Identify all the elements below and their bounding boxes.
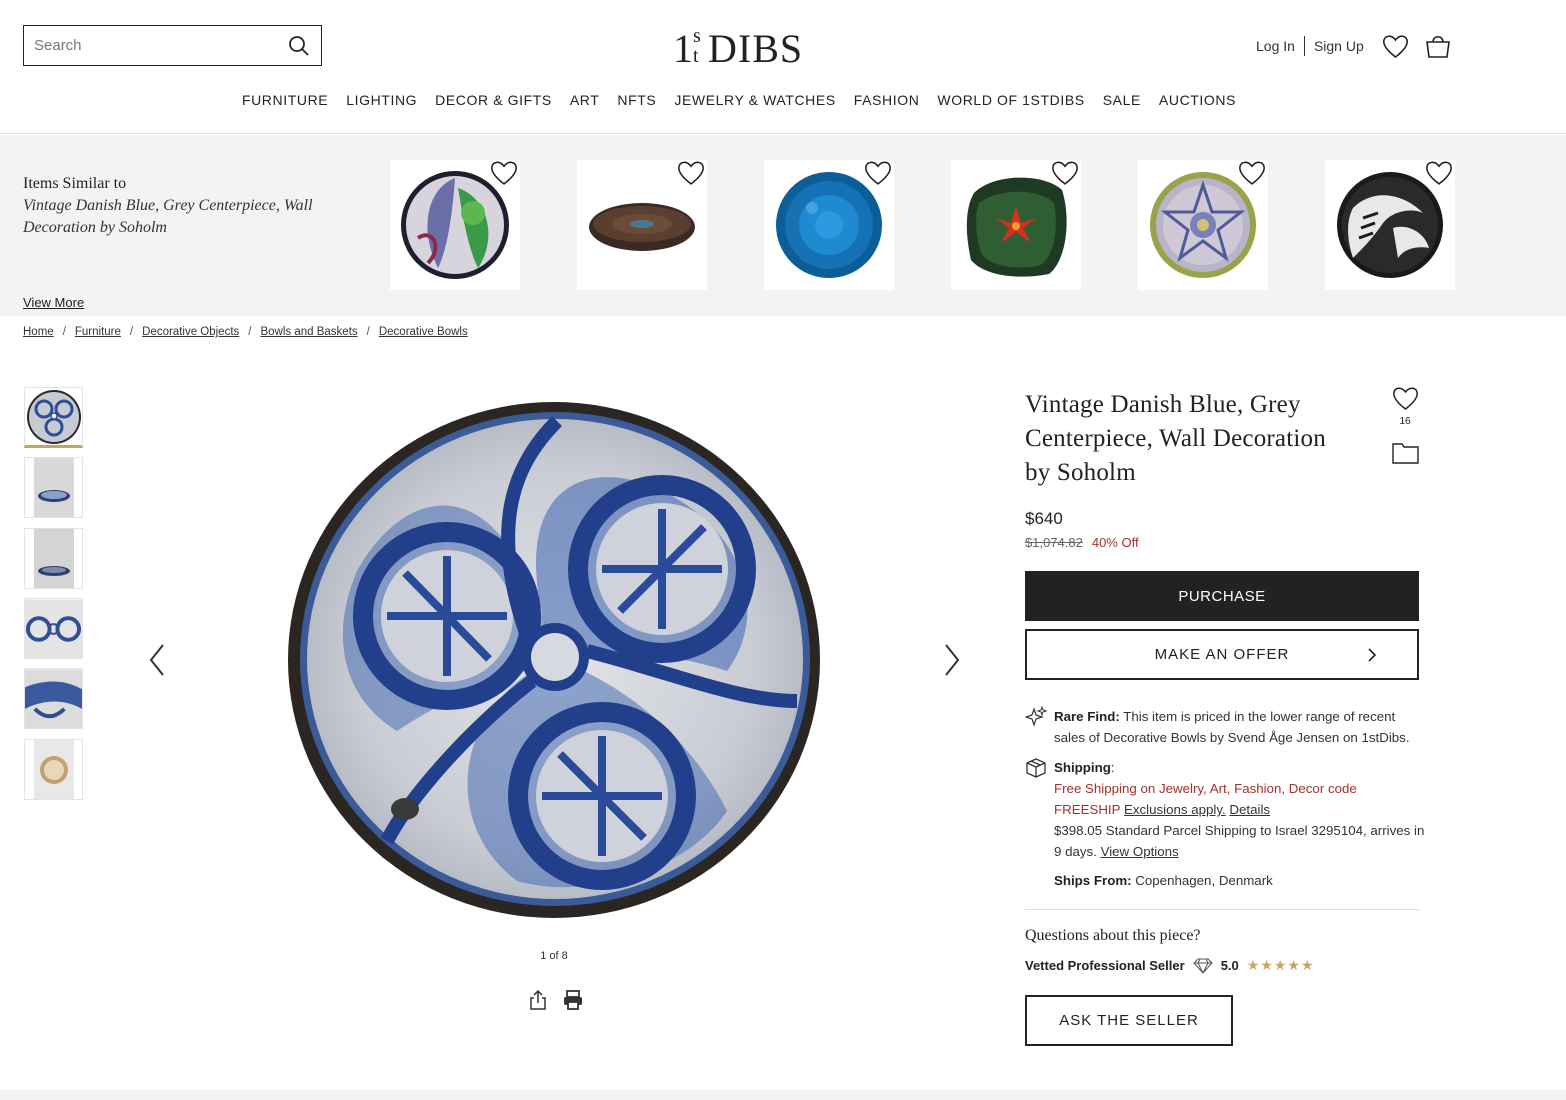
chevron-right-icon xyxy=(1367,647,1377,667)
heart-icon[interactable] xyxy=(677,160,705,191)
price-discount: $1,074.82 40% Off xyxy=(1025,535,1139,550)
gallery-thumbnail[interactable] xyxy=(24,668,83,729)
heart-icon[interactable] xyxy=(864,160,892,191)
chevron-right-icon[interactable] xyxy=(942,641,962,679)
signup-link[interactable]: Sign Up xyxy=(1314,38,1364,54)
diamond-icon xyxy=(1192,958,1213,974)
favorite-button[interactable]: 16 xyxy=(1391,386,1419,427)
similar-heading: Items Similar to xyxy=(23,175,127,192)
ships-from-location: Copenhagen, Denmark xyxy=(1135,873,1273,888)
main-nav: FURNITURE LIGHTING DECOR & GIFTS ART NFT… xyxy=(0,92,1478,108)
exclusions-link[interactable]: Exclusions apply. xyxy=(1124,802,1226,817)
site-header: 1 s t DIBS Log In Sign Up FURNITURE LIGH… xyxy=(0,0,1566,134)
divider xyxy=(1025,909,1419,910)
similar-item-card[interactable] xyxy=(764,160,894,290)
search-icon[interactable] xyxy=(281,28,317,64)
nav-furniture[interactable]: FURNITURE xyxy=(242,92,328,108)
similar-items-text: Items Similar to Vintage Danish Blue, Gr… xyxy=(23,173,368,310)
heart-icon[interactable] xyxy=(490,160,518,191)
ships-from-label: Ships From: xyxy=(1054,873,1132,888)
login-link[interactable]: Log In xyxy=(1256,38,1295,54)
sparkle-icon xyxy=(1024,705,1048,734)
breadcrumb-home[interactable]: Home xyxy=(23,326,54,338)
seller-rating: 5.0 xyxy=(1220,958,1239,973)
image-counter: 1 of 8 xyxy=(540,950,568,962)
search-input[interactable] xyxy=(24,26,281,65)
svg-text:DIBS: DIBS xyxy=(708,26,803,71)
gallery-thumbnail[interactable] xyxy=(24,387,83,448)
current-price: $640 xyxy=(1025,509,1063,528)
gallery-thumbnail[interactable] xyxy=(24,528,83,589)
account-links: Log In Sign Up xyxy=(1256,33,1451,59)
view-options-link[interactable]: View Options xyxy=(1101,844,1179,859)
svg-text:s: s xyxy=(693,25,701,47)
breadcrumb-decorative-objects[interactable]: Decorative Objects xyxy=(142,326,239,338)
gallery-thumbnail[interactable] xyxy=(24,739,83,800)
nav-lighting[interactable]: LIGHTING xyxy=(346,92,417,108)
rare-find-info: Rare Find: This item is priced in the lo… xyxy=(1024,705,1425,748)
heart-icon[interactable] xyxy=(1051,160,1079,191)
chevron-left-icon[interactable] xyxy=(147,641,167,679)
similar-items-strip: Items Similar to Vintage Danish Blue, Gr… xyxy=(0,135,1566,316)
heart-icon[interactable] xyxy=(1392,387,1419,415)
breadcrumb-decorative-bowls[interactable]: Decorative Bowls xyxy=(379,326,468,338)
image-actions xyxy=(528,989,584,1016)
details-link[interactable]: Details xyxy=(1229,802,1270,817)
ask-seller-button[interactable]: ASK THE SELLER xyxy=(1025,995,1233,1046)
gallery-thumbnail[interactable] xyxy=(24,457,83,518)
shipping-label: Shipping xyxy=(1054,760,1111,775)
print-icon[interactable] xyxy=(562,989,584,1016)
nav-world-of-1stdibs[interactable]: WORLD OF 1STDIBS xyxy=(937,92,1084,108)
similar-item-card[interactable] xyxy=(1138,160,1268,290)
svg-text:1: 1 xyxy=(673,26,693,71)
heart-icon[interactable] xyxy=(1382,34,1409,59)
questions-heading: Questions about this piece? xyxy=(1025,927,1201,944)
view-more-link[interactable]: View More xyxy=(23,295,84,310)
make-offer-label: MAKE AN OFFER xyxy=(1154,646,1290,663)
nav-auctions[interactable]: AUCTIONS xyxy=(1159,92,1236,108)
similar-item-card[interactable] xyxy=(390,160,520,290)
breadcrumb-separator: / xyxy=(62,326,66,338)
similar-item-card[interactable] xyxy=(1325,160,1455,290)
purchase-button[interactable]: PURCHASE xyxy=(1025,571,1419,621)
nav-sale[interactable]: SALE xyxy=(1103,92,1141,108)
package-icon xyxy=(1025,757,1047,785)
divider xyxy=(1303,36,1305,56)
make-offer-button[interactable]: MAKE AN OFFER xyxy=(1025,629,1419,680)
search-box[interactable] xyxy=(23,25,322,66)
similar-title: Vintage Danish Blue, Grey Centerpiece, W… xyxy=(23,197,313,236)
breadcrumb-separator: / xyxy=(129,326,134,338)
star-rating-icons: ★★★★★ xyxy=(1246,957,1315,973)
shipping-info: Shipping: Free Shipping on Jewelry, Art,… xyxy=(1025,757,1425,891)
svg-text:t: t xyxy=(693,45,699,67)
footer-band xyxy=(0,1090,1566,1100)
gallery-thumbnail[interactable] xyxy=(24,598,83,659)
similar-item-card[interactable] xyxy=(951,160,1081,290)
main-product-image[interactable] xyxy=(287,401,821,919)
breadcrumb-furniture[interactable]: Furniture xyxy=(75,326,121,338)
folder-icon[interactable] xyxy=(1392,442,1419,469)
heart-icon[interactable] xyxy=(1425,160,1453,191)
breadcrumb-bowls-baskets[interactable]: Bowls and Baskets xyxy=(260,326,357,338)
breadcrumb: Home / Furniture / Decorative Objects / … xyxy=(23,326,468,338)
nav-jewelry-watches[interactable]: JEWELRY & WATCHES xyxy=(674,92,835,108)
nav-decor-gifts[interactable]: DECOR & GIFTS xyxy=(435,92,552,108)
nav-fashion[interactable]: FASHION xyxy=(854,92,920,108)
share-icon[interactable] xyxy=(528,989,548,1016)
rare-find-label: Rare Find: xyxy=(1054,709,1120,724)
site-logo[interactable]: 1 s t DIBS xyxy=(671,18,807,74)
breadcrumb-separator: / xyxy=(366,326,370,338)
vetted-seller-badge: Vetted Professional Seller xyxy=(1025,958,1185,973)
discount-label: 40% Off xyxy=(1091,535,1139,550)
breadcrumb-separator: / xyxy=(248,326,252,338)
heart-icon[interactable] xyxy=(1238,160,1266,191)
shopping-bag-icon[interactable] xyxy=(1425,33,1451,59)
nav-nfts[interactable]: NFTS xyxy=(617,92,656,108)
product-title: Vintage Danish Blue, Grey Centerpiece, W… xyxy=(1025,391,1326,486)
seller-rating-row: Vetted Professional Seller 5.0 ★★★★★ xyxy=(1025,957,1315,974)
favorite-count: 16 xyxy=(1399,416,1411,427)
nav-art[interactable]: ART xyxy=(570,92,600,108)
similar-item-card[interactable] xyxy=(577,160,707,290)
original-price: $1,074.82 xyxy=(1025,535,1083,550)
